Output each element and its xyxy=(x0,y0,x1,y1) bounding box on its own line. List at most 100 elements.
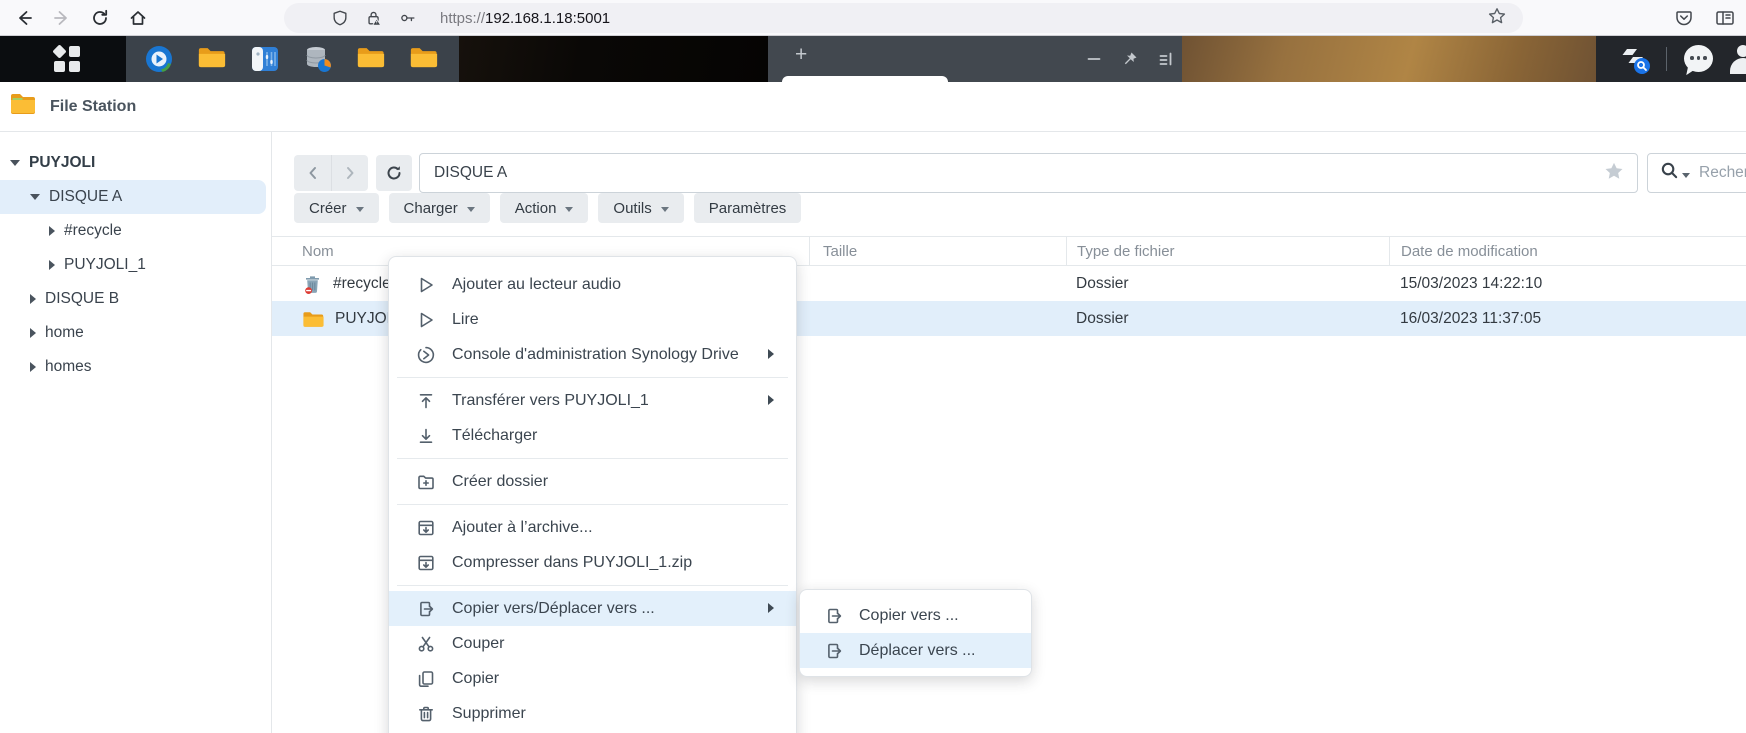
submenu-arrow-icon xyxy=(768,603,774,613)
menu-item-ajouter-au-lecteur-audio[interactable]: Ajouter au lecteur audio xyxy=(389,267,796,302)
menu-item-console-d-administration-synology-drive[interactable]: Console d'administration Synology Drive xyxy=(389,337,796,372)
outils-button[interactable]: Outils xyxy=(598,193,684,223)
window-header: File Station xyxy=(0,82,1746,132)
sidebars-icon[interactable] xyxy=(1712,4,1740,32)
menu-divider xyxy=(397,504,788,505)
file-type: Dossier xyxy=(1076,309,1129,327)
menu-item-telecharger[interactable]: Télécharger xyxy=(389,418,796,453)
path-input[interactable]: DISQUE A xyxy=(419,153,1638,193)
folder-icon xyxy=(302,309,325,329)
charger-button[interactable]: Charger xyxy=(388,193,490,223)
sidebar-item--recycle[interactable]: #recycle xyxy=(0,214,271,248)
wallpaper-tan xyxy=(1182,36,1596,82)
file-modified-date: 15/03/2023 14:22:10 xyxy=(1400,274,1543,292)
active-backup-app-icon[interactable] xyxy=(144,44,174,74)
sidebar-item-home[interactable]: home xyxy=(0,316,271,350)
menu-item-copier-vers-deplacer-vers[interactable]: Copier vers/Déplacer vers ... xyxy=(389,591,796,626)
search-options-caret-icon[interactable] xyxy=(1682,172,1690,178)
column-header-taille[interactable]: Taille xyxy=(809,236,1066,266)
button-label: Créer xyxy=(309,199,347,217)
menu-item-copier-vers[interactable]: Copier vers ... xyxy=(800,598,1031,633)
menu-item-transferer-vers-puyjoli-1[interactable]: Transférer vers PUYJOLI_1 xyxy=(389,383,796,418)
main-menu-icon[interactable] xyxy=(52,44,80,72)
sidebar-item-label: PUYJOLI_1 xyxy=(64,256,146,273)
chat-icon[interactable] xyxy=(1684,45,1713,72)
taskbar-left xyxy=(0,36,126,82)
key-icon[interactable] xyxy=(398,8,418,28)
pocket-icon[interactable] xyxy=(1670,4,1698,32)
tracking-shield-icon[interactable] xyxy=(330,8,350,28)
reload-icon[interactable] xyxy=(86,4,114,32)
menu-item-compresser-dans-puyjoli-1-zip[interactable]: Compresser dans PUYJOLI_1.zip xyxy=(389,545,796,580)
caret-right-icon[interactable] xyxy=(30,328,36,338)
history-forward-button[interactable] xyxy=(331,155,368,191)
dropdown-caret-icon xyxy=(660,206,669,212)
caret-down-icon[interactable] xyxy=(10,160,20,166)
sidebar-item-label: homes xyxy=(45,358,92,375)
screen: https://192.168.1.18:5001 + File Station… xyxy=(0,0,1746,733)
url-bar[interactable]: https://192.168.1.18:5001 xyxy=(284,3,1523,33)
history-back-button[interactable] xyxy=(294,155,331,191)
parametres-button[interactable]: Paramètres xyxy=(693,193,802,223)
browser-toolbar: https://192.168.1.18:5001 xyxy=(0,0,1746,36)
home-icon[interactable] xyxy=(124,4,152,32)
user-icon[interactable] xyxy=(1728,44,1746,74)
caret-right-icon[interactable] xyxy=(30,362,36,372)
creer-button[interactable]: Créer xyxy=(294,193,379,223)
refresh-button[interactable] xyxy=(376,155,412,191)
caret-right-icon[interactable] xyxy=(49,260,55,270)
menu-item-lire[interactable]: Lire xyxy=(389,302,796,337)
sidebar-item-label: PUYJOLI xyxy=(29,154,96,171)
pin-icon[interactable] xyxy=(1122,51,1138,67)
back-icon[interactable] xyxy=(10,4,38,32)
bookmark-star-icon[interactable] xyxy=(1487,6,1507,31)
sidebar-item-label: home xyxy=(45,324,84,341)
sidebar-item-disque-b[interactable]: DISQUE B xyxy=(0,282,271,316)
delete-icon xyxy=(416,704,436,724)
menu-item-deplacer-vers[interactable]: Déplacer vers ... xyxy=(800,633,1031,668)
storage-manager-app-icon[interactable] xyxy=(303,44,333,74)
menu-item-label: Déplacer vers ... xyxy=(859,641,976,659)
copy-to-icon xyxy=(416,599,436,619)
caret-down-icon[interactable] xyxy=(30,194,40,200)
column-header-date[interactable]: Date de modification xyxy=(1389,236,1746,266)
menu-item-label: Ajouter au lecteur audio xyxy=(452,275,621,293)
shared-folder-2-app-icon[interactable] xyxy=(409,44,439,74)
menu-item-creer-dossier[interactable]: Créer dossier xyxy=(389,464,796,499)
forward-icon[interactable] xyxy=(48,4,76,32)
synology-search-icon[interactable] xyxy=(1618,42,1652,81)
menu-item-couper[interactable]: Couper xyxy=(389,626,796,661)
archive-icon xyxy=(416,553,436,573)
file-station-app-icon[interactable] xyxy=(197,44,227,74)
maximize-icon[interactable] xyxy=(1158,51,1174,67)
control-panel-app-icon[interactable] xyxy=(250,44,280,74)
sidebar-item-label: DISQUE A xyxy=(49,188,123,205)
shared-folder-1-app-icon[interactable] xyxy=(356,44,386,74)
lock-warning-icon[interactable] xyxy=(364,8,384,28)
menu-item-ajouter-a-l-archive[interactable]: Ajouter à l’archive... xyxy=(389,510,796,545)
dropdown-caret-icon xyxy=(355,206,364,212)
caret-right-icon[interactable] xyxy=(49,226,55,236)
search-box[interactable] xyxy=(1647,153,1746,193)
column-header-type[interactable]: Type de fichier xyxy=(1066,236,1389,266)
favorite-star-icon[interactable] xyxy=(1603,160,1625,187)
caret-right-icon[interactable] xyxy=(30,294,36,304)
add-tab-icon[interactable]: + xyxy=(795,44,807,65)
button-label: Paramètres xyxy=(708,199,787,217)
search-input[interactable] xyxy=(1699,164,1746,182)
browser-extra-icons xyxy=(1670,3,1740,33)
sidebar-item-puyjoli-1[interactable]: PUYJOLI_1 xyxy=(0,248,271,282)
minimize-icon[interactable] xyxy=(1086,51,1102,67)
menu-item-copier[interactable]: Copier xyxy=(389,661,796,696)
sidebar-item-puyjoli[interactable]: PUYJOLI xyxy=(0,146,271,180)
sidebar-item-homes[interactable]: homes xyxy=(0,350,271,384)
menu-item-supprimer[interactable]: Supprimer xyxy=(389,696,796,731)
window-title: File Station xyxy=(50,97,137,115)
sidebar-item-disque-a[interactable]: DISQUE A xyxy=(0,180,266,214)
search-icon[interactable] xyxy=(1660,161,1679,185)
sidebar-item-label: #recycle xyxy=(64,222,122,239)
action-button[interactable]: Action xyxy=(499,193,589,223)
folder-tree: PUYJOLI DISQUE A #recycle PUYJOLI_1 DISQUE B… xyxy=(0,132,272,733)
url-host: 192.168.1.18:5001 xyxy=(485,9,611,27)
file-modified-date: 16/03/2023 11:37:05 xyxy=(1400,309,1542,327)
